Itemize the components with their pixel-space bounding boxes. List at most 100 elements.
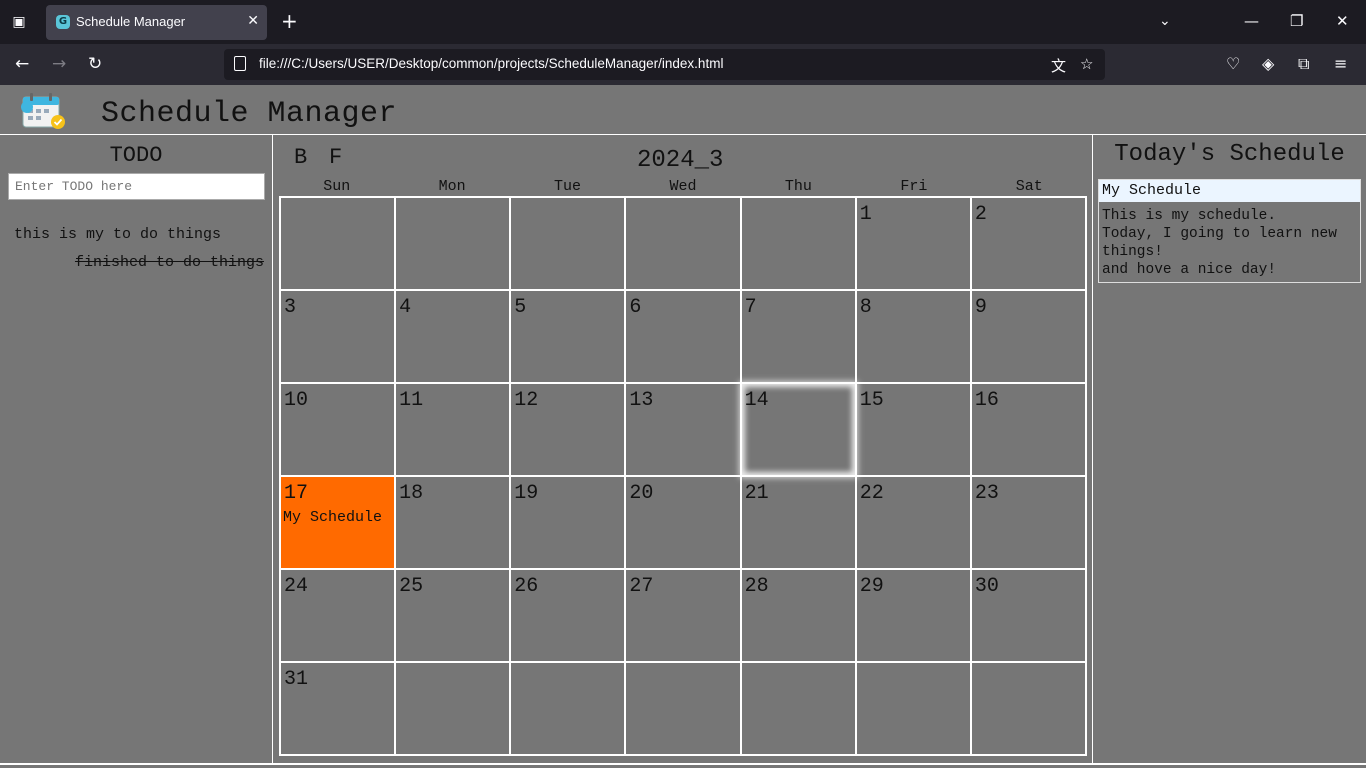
- calendar-day-cell[interactable]: 26: [510, 569, 626, 662]
- calendar-empty-cell: [280, 197, 396, 290]
- calendar-day-cell[interactable]: 12: [510, 383, 626, 476]
- url-bar[interactable]: file:///C:/Users/USER/Desktop/common/pro…: [224, 49, 1105, 80]
- calendar-day-number: 21: [744, 482, 769, 505]
- translate-icon[interactable]: 文: [1051, 55, 1066, 76]
- calendar-empty-cell: [510, 662, 626, 755]
- calendar-day-cell[interactable]: 9: [970, 290, 1086, 383]
- calendar-day-cell[interactable]: 13: [625, 383, 741, 476]
- calendar-day-cell[interactable]: 14: [740, 383, 856, 476]
- calendar-day-number: 8: [859, 296, 872, 319]
- calendar-day-cell[interactable]: 2: [970, 197, 1086, 290]
- calendar-day-number: 16: [974, 389, 999, 412]
- calendar-empty-cell: [855, 662, 971, 755]
- calendar-day-cell[interactable]: 23: [970, 476, 1086, 569]
- calendar-day-number: 20: [629, 482, 654, 505]
- pocket-icon[interactable]: ♡: [1226, 54, 1240, 73]
- calendar-event-label[interactable]: My Schedule: [283, 509, 382, 526]
- month-label: 2024_3: [637, 147, 724, 174]
- hamburger-menu-icon[interactable]: ≡: [1334, 54, 1347, 73]
- profile-icon[interactable]: ◈: [1262, 54, 1274, 73]
- calendar-empty-cell: [510, 197, 626, 290]
- calendar-day-cell[interactable]: 27: [625, 569, 741, 662]
- new-tab-plus-icon[interactable]: +: [281, 11, 298, 31]
- todo-panel: TODO this is my to do things finished to…: [0, 135, 272, 768]
- browser-tab[interactable]: G Schedule Manager ✕: [46, 5, 267, 40]
- prev-month-button[interactable]: B: [294, 145, 307, 170]
- calendar-day-number: 7: [744, 296, 757, 319]
- calendar-empty-cell: [625, 662, 741, 755]
- todo-item[interactable]: this is my to do things: [14, 221, 264, 249]
- browser-nav-bar: ← → ↻ file:///C:/Users/USER/Desktop/comm…: [0, 44, 1366, 85]
- restore-icon[interactable]: ❐: [1290, 12, 1303, 30]
- calendar-day-number: 4: [399, 296, 412, 319]
- app-favicon-icon: G: [56, 15, 70, 29]
- schedule-body: This is my schedule. Today, I going to l…: [1102, 208, 1337, 278]
- calendar-day-number: 1: [859, 203, 872, 226]
- calendar-day-number: 6: [629, 296, 642, 319]
- calendar-day-cell[interactable]: 7: [740, 290, 856, 383]
- app-title: Schedule Manager: [101, 97, 398, 131]
- calendar-day-cell[interactable]: 11: [395, 383, 511, 476]
- calendar-empty-cell: [625, 197, 741, 290]
- star-icon[interactable]: ☆: [1080, 55, 1093, 73]
- calendar-day-cell[interactable]: 15: [855, 383, 971, 476]
- calendar-day-cell[interactable]: 25: [395, 569, 511, 662]
- calendar-day-number: 29: [859, 575, 884, 598]
- calendar-day-cell[interactable]: 29: [855, 569, 971, 662]
- todo-heading: TODO: [109, 143, 163, 168]
- schedule-card[interactable]: My Schedule This is my schedule. Today, …: [1098, 179, 1361, 283]
- calendar-empty-cell: [740, 662, 856, 755]
- forward-arrow-icon[interactable]: →: [52, 54, 66, 74]
- back-arrow-icon[interactable]: ←: [15, 54, 29, 74]
- calendar-day-number: 24: [284, 575, 309, 598]
- todo-item-finished[interactable]: finished to do things: [14, 249, 264, 277]
- calendar-day-cell[interactable]: 17 My Schedule: [280, 476, 396, 569]
- tab-list-icon[interactable]: ▣: [10, 13, 28, 31]
- today-schedule-panel: Today's Schedule My Schedule This is my …: [1093, 135, 1366, 763]
- calendar-day-number: 22: [859, 482, 884, 505]
- calendar-day-number: 23: [974, 482, 999, 505]
- calendar-day-cell[interactable]: 20: [625, 476, 741, 569]
- calendar-day-cell[interactable]: 10: [280, 383, 396, 476]
- calendar-day-cell[interactable]: 1: [855, 197, 971, 290]
- calendar-day-cell[interactable]: 28: [740, 569, 856, 662]
- tab-title: Schedule Manager: [76, 14, 186, 29]
- schedule-title: My Schedule: [1099, 180, 1360, 202]
- extensions-icon[interactable]: ⧉: [1298, 54, 1309, 74]
- todo-input[interactable]: [8, 173, 265, 200]
- calendar-day-cell[interactable]: 16: [970, 383, 1086, 476]
- calendar-day-cell[interactable]: 4: [395, 290, 511, 383]
- calendar-day-cell[interactable]: 24: [280, 569, 396, 662]
- calendar-day-number: 12: [514, 389, 539, 412]
- weekday-label: Thu: [784, 178, 812, 195]
- calendar-day-cell[interactable]: 18: [395, 476, 511, 569]
- calendar-day-cell[interactable]: 19: [510, 476, 626, 569]
- next-month-button[interactable]: F: [329, 145, 342, 170]
- calendar-day-cell[interactable]: 30: [970, 569, 1086, 662]
- calendar-empty-cell: [740, 197, 856, 290]
- weekday-label: Fri: [900, 178, 928, 195]
- calendar-day-cell[interactable]: 6: [625, 290, 741, 383]
- reload-icon[interactable]: ↻: [88, 54, 102, 74]
- calendar-day-cell[interactable]: 22: [855, 476, 971, 569]
- chevron-down-icon[interactable]: ⌄: [1159, 13, 1171, 29]
- calendar-day-cell[interactable]: 5: [510, 290, 626, 383]
- weekday-label: Sun: [323, 178, 351, 195]
- close-window-icon[interactable]: ✕: [1336, 12, 1349, 30]
- calendar-day-number: 3: [284, 296, 297, 319]
- calendar-day-cell[interactable]: 21: [740, 476, 856, 569]
- calendar-day-cell[interactable]: 3: [280, 290, 396, 383]
- calendar-day-number: 19: [514, 482, 539, 505]
- minimize-icon[interactable]: —: [1244, 12, 1259, 30]
- weekday-header: Sun Mon Tue Wed Thu Fri Sat: [279, 178, 1087, 196]
- calendar-day-cell[interactable]: 8: [855, 290, 971, 383]
- calendar-panel: B F 2024_3 Sun Mon Tue Wed Thu Fri Sat 1…: [273, 135, 1092, 763]
- calendar-day-cell[interactable]: 31: [280, 662, 396, 755]
- calendar-day-number: 2: [974, 203, 987, 226]
- calendar-day-number: 13: [629, 389, 654, 412]
- tab-close-icon[interactable]: ✕: [247, 13, 259, 29]
- url-text[interactable]: file:///C:/Users/USER/Desktop/common/pro…: [259, 56, 723, 71]
- calendar-day-number: 14: [744, 389, 769, 412]
- calendar-empty-cell: [395, 662, 511, 755]
- page-icon: [234, 56, 246, 71]
